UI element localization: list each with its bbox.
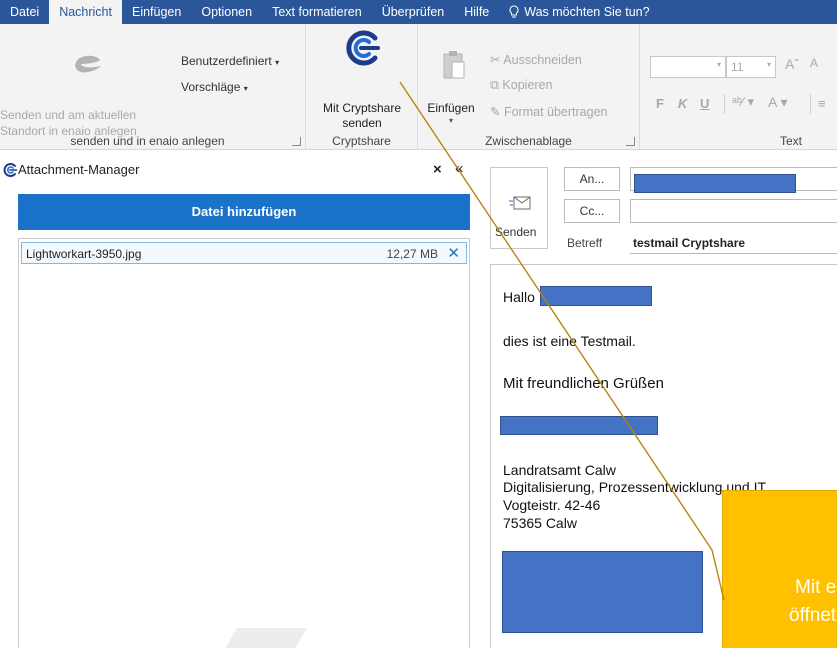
font-color-icon[interactable]: A ▾ xyxy=(768,94,787,111)
signature-line: Landratsamt Calw xyxy=(503,462,616,478)
highlight-color-icon[interactable]: ᵃᵇ∕ ▾ xyxy=(732,94,754,110)
group-clipboard: Einfügen ▾ ✂ Ausschneiden ⧉ Kopieren ✎ F… xyxy=(418,24,640,150)
font-size-value: 11 xyxy=(731,60,744,74)
tab-nachricht[interactable]: Nachricht xyxy=(49,0,122,24)
chevron-down-icon: ▾ xyxy=(243,84,248,93)
chevron-down-icon: ▾ xyxy=(716,60,721,69)
attachment-list: Lightworkart-3950.jpg 12,27 MB ✕ xyxy=(18,238,470,648)
cryptshare-send-line2: senden xyxy=(342,116,382,130)
ribbon: Senden und am aktuellen Standort in enai… xyxy=(0,24,837,150)
lightbulb-icon xyxy=(509,5,519,18)
signature-line: Vogteistr. 42-46 xyxy=(503,497,601,513)
separator xyxy=(724,94,725,114)
watermark-shape xyxy=(223,628,307,648)
cryptshare-logo-icon xyxy=(3,163,18,177)
paste-button[interactable]: Einfügen ▾ xyxy=(422,24,480,128)
chevron-down-icon: ▾ xyxy=(275,58,280,67)
attachment-size: 12,27 MB xyxy=(386,247,438,261)
tab-einfuegen[interactable]: Einfügen xyxy=(122,0,191,24)
cryptshare-logo-icon xyxy=(346,30,380,66)
send-envelope-icon xyxy=(509,196,531,210)
paintbrush-icon: ✎ xyxy=(490,105,501,119)
attachment-name: Lightworkart-3950.jpg xyxy=(26,247,142,261)
enaio-group-label: senden und in enaio anlegen xyxy=(70,134,225,148)
tab-ueberpruefen[interactable]: Überprüfen xyxy=(372,0,455,24)
enaio-send-line1[interactable]: Senden und am aktuellen xyxy=(0,108,136,122)
tell-me-label: Was möchten Sie tun? xyxy=(524,5,650,19)
body-closing: Mit freundlichen Grüßen xyxy=(503,375,664,392)
ribbon-tab-bar: Datei Nachricht Einfügen Optionen Text f… xyxy=(0,0,837,24)
chevron-down-icon: ▾ xyxy=(448,116,453,125)
tab-optionen[interactable]: Optionen xyxy=(191,0,262,24)
grow-font-icon[interactable]: Aˆ xyxy=(785,56,799,72)
attachment-manager-title: Attachment-Manager xyxy=(18,162,140,177)
attachment-row[interactable]: Lightworkart-3950.jpg 12,27 MB ✕ xyxy=(21,242,467,264)
body-line: dies ist eine Testmail. xyxy=(503,333,636,349)
bold-button[interactable]: F xyxy=(656,96,664,111)
redacted-recipient xyxy=(634,174,796,193)
tab-hilfe[interactable]: Hilfe xyxy=(454,0,499,24)
group-enaio: Senden und am aktuellen Standort in enai… xyxy=(0,24,306,150)
to-button[interactable]: An... xyxy=(564,167,620,191)
subject-value: testmail Cryptshare xyxy=(633,236,746,250)
enaio-logo-icon xyxy=(75,55,101,73)
redacted-name xyxy=(540,286,652,306)
tab-text-formatieren[interactable]: Text formatieren xyxy=(262,0,372,24)
annotation-callout: Mit ein öffnet s xyxy=(722,490,837,648)
scissors-icon: ✂ xyxy=(490,53,501,67)
group-text: ▾ 11 ▾ Aˆ A F K U ᵃᵇ∕ ▾ A ▾ ≡ Text xyxy=(640,24,837,150)
custom-dropdown[interactable]: Benutzerdefiniert ▾ xyxy=(181,54,279,68)
callout-line: Mit ein xyxy=(795,577,837,598)
enaio-group-launcher[interactable] xyxy=(292,137,301,146)
collapse-pane-button[interactable]: « xyxy=(455,160,463,177)
format-painter-button[interactable]: ✎ Format übertragen xyxy=(490,104,608,119)
send-button[interactable]: Senden xyxy=(490,167,548,249)
send-label: Senden xyxy=(495,225,537,239)
copy-icon: ⧉ xyxy=(490,78,499,92)
redacted-sender xyxy=(500,416,658,435)
clipboard-icon xyxy=(443,51,465,79)
clipboard-group-label: Zwischenablage xyxy=(485,134,572,148)
tell-me-search[interactable]: Was möchten Sie tun? xyxy=(499,0,659,24)
cryptshare-send-button[interactable]: Mit Cryptshare senden xyxy=(306,24,418,130)
cryptshare-send-line1: Mit Cryptshare xyxy=(322,101,402,115)
close-pane-button[interactable]: × xyxy=(433,161,442,178)
cryptshare-group-label: Cryptshare xyxy=(332,134,391,148)
cut-button[interactable]: ✂ Ausschneiden xyxy=(490,52,582,67)
group-cryptshare: Mit Cryptshare senden Cryptshare xyxy=(306,24,418,150)
subject-field[interactable]: testmail Cryptshare xyxy=(630,232,837,254)
add-file-button[interactable]: Datei hinzufügen xyxy=(18,194,470,230)
paste-label: Einfügen xyxy=(427,101,475,115)
remove-attachment-button[interactable]: ✕ xyxy=(447,244,460,262)
outlook-compose-window: Datei Nachricht Einfügen Optionen Text f… xyxy=(0,0,837,648)
signature-line: 75365 Calw xyxy=(503,515,577,531)
clipboard-group-launcher[interactable] xyxy=(626,137,635,146)
copy-button[interactable]: ⧉ Kopieren xyxy=(490,78,552,93)
suggestions-dropdown[interactable]: Vorschläge ▾ xyxy=(181,80,248,94)
separator xyxy=(810,94,811,114)
font-size-select[interactable]: 11 ▾ xyxy=(726,56,776,78)
font-name-select[interactable]: ▾ xyxy=(650,56,726,78)
callout-line: öffnet s xyxy=(789,605,837,626)
cc-field[interactable] xyxy=(630,199,837,223)
underline-button[interactable]: U xyxy=(700,96,709,111)
shrink-font-icon[interactable]: A xyxy=(810,56,818,70)
cc-button[interactable]: Cc... xyxy=(564,199,620,223)
subject-label: Betreff xyxy=(567,236,603,250)
body-greeting: Hallo xyxy=(503,289,535,305)
redacted-logo xyxy=(502,551,703,633)
text-group-label: Text xyxy=(780,134,803,148)
chevron-down-icon: ▾ xyxy=(766,60,771,69)
tab-datei[interactable]: Datei xyxy=(0,0,49,24)
italic-button[interactable]: K xyxy=(678,96,687,111)
align-icon[interactable]: ≡ xyxy=(818,96,826,111)
